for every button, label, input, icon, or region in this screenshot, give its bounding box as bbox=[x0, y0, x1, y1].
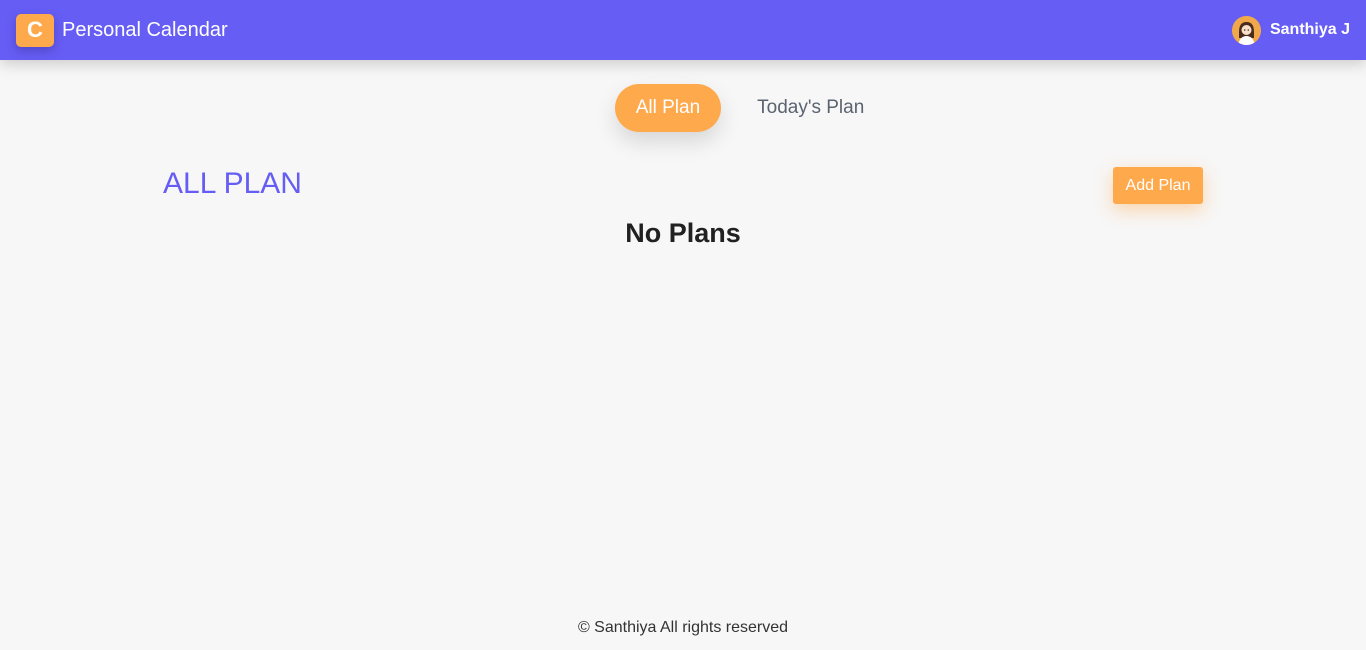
user-name[interactable]: Santhiya J bbox=[1270, 21, 1350, 39]
app-title[interactable]: Personal Calendar bbox=[62, 19, 228, 42]
add-plan-button[interactable]: Add Plan bbox=[1113, 167, 1203, 204]
plan-tabs: All Plan Today's Plan bbox=[0, 84, 1366, 132]
section-title: ALL PLAN bbox=[163, 167, 302, 200]
empty-state-message: No Plans bbox=[625, 218, 741, 248]
tab-all-plan[interactable]: All Plan bbox=[614, 84, 722, 132]
footer-text: © Santhiya All rights reserved bbox=[577, 619, 789, 636]
tab-todays-plan[interactable]: Today's Plan bbox=[736, 84, 885, 132]
brand[interactable]: C Personal Calendar bbox=[16, 13, 228, 47]
user-menu[interactable]: Santhiya J bbox=[1231, 15, 1350, 45]
app-logo-icon[interactable]: C bbox=[16, 13, 54, 47]
top-navbar: C Personal Calendar Santhiya J bbox=[0, 0, 1366, 60]
user-avatar-icon[interactable] bbox=[1231, 15, 1261, 45]
